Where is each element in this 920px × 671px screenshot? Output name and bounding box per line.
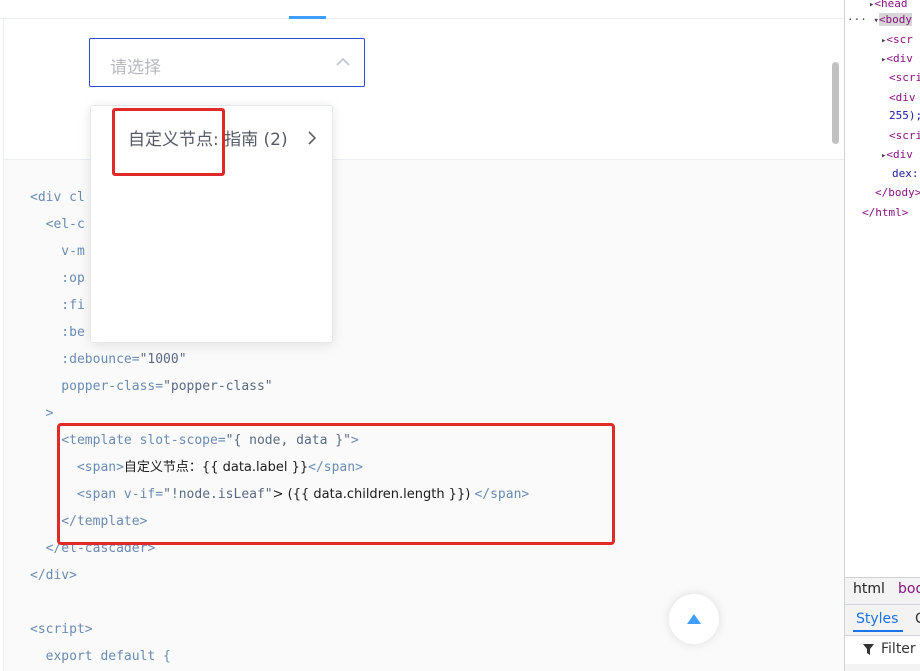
dom-node-label: <div bbox=[889, 91, 916, 104]
cascader-placeholder: 请选择 bbox=[110, 58, 161, 78]
dom-node-label: <div bbox=[886, 52, 913, 65]
devtools-panel: ▸<head ··· ▾<body ▸<scr ▸<div <scri <div 255);… bbox=[844, 0, 920, 671]
code-pre: </template> bbox=[30, 514, 148, 529]
docs-page: 请选择 <div cl <el-c v-m :op :fi :be :debou… bbox=[0, 0, 844, 671]
dom-node-label: dex: bbox=[892, 167, 919, 180]
tab-computed[interactable]: C bbox=[915, 611, 920, 627]
code-val: "{ node, data }" bbox=[225, 433, 351, 448]
dom-node[interactable]: <div bbox=[889, 90, 916, 106]
code-pre: </el-cascader> bbox=[30, 541, 156, 556]
code-pre: <span v-if= bbox=[30, 487, 164, 502]
code-pre: </div> bbox=[30, 568, 77, 583]
cascader-option-guide[interactable]: 自定义节点: 指南 (2) bbox=[91, 118, 332, 152]
code-txt: > ({{ data.children.length }}) bbox=[272, 487, 475, 502]
arrow-up-icon bbox=[687, 614, 701, 624]
tab-styles[interactable]: Styles bbox=[856, 611, 898, 627]
dom-node[interactable]: ▸<head bbox=[869, 0, 908, 12]
dom-node[interactable]: </html> bbox=[862, 205, 908, 221]
chevron-up-icon bbox=[336, 57, 350, 66]
code-pre: popper-class= bbox=[30, 379, 164, 394]
styles-tab-indicator bbox=[853, 630, 903, 632]
dom-node-label: <head bbox=[874, 0, 908, 10]
code-pre: export default { bbox=[30, 649, 171, 664]
filter-label: Filter bbox=[881, 641, 916, 657]
node-menu-icon[interactable]: ··· bbox=[847, 13, 874, 26]
chevron-right-icon bbox=[308, 131, 316, 145]
code-line: popper-class="popper-class" bbox=[30, 373, 529, 400]
dom-node[interactable]: ▸<scr bbox=[881, 32, 913, 48]
code-pre: > bbox=[30, 406, 54, 421]
dom-node-label: <body bbox=[878, 13, 913, 26]
styles-filter[interactable]: Filter bbox=[845, 635, 920, 664]
code-val: "!node.isLeaf" bbox=[163, 487, 273, 502]
code-post: </span> bbox=[308, 460, 363, 475]
code-pre: <span> bbox=[30, 460, 124, 475]
code-post: > bbox=[350, 433, 359, 448]
cascader-dropdown-panel: 自定义节点: 指南 (2) bbox=[90, 105, 333, 343]
breadcrumb-body[interactable]: bod bbox=[898, 581, 920, 597]
dom-node[interactable]: ··· ▾<body bbox=[847, 12, 913, 28]
breadcrumb-html[interactable]: html bbox=[853, 581, 885, 597]
dom-node[interactable]: <scri bbox=[889, 128, 920, 144]
code-post: </span> bbox=[474, 487, 530, 502]
code-val: "1000" bbox=[139, 352, 187, 367]
code-pre: <div cl bbox=[30, 190, 85, 205]
code-line: :debounce="1000" bbox=[30, 346, 529, 373]
code-pre: :be bbox=[30, 325, 85, 340]
code-pre: <template slot-scope= bbox=[30, 433, 226, 448]
breadcrumb: html bod bbox=[845, 577, 920, 603]
dom-node-label: <div bbox=[886, 148, 913, 161]
dom-node-label: <scri bbox=[889, 129, 920, 142]
dom-node[interactable]: </body> bbox=[875, 185, 920, 201]
code-pre: <el-c bbox=[30, 217, 85, 232]
code-line: <span>自定义节点：{{ data.label }}</span> bbox=[30, 454, 529, 481]
code-pre: <script> bbox=[30, 622, 93, 637]
styles-tab-bar: Styles C bbox=[845, 604, 920, 633]
dom-node-label: <scri bbox=[889, 71, 920, 84]
dom-node[interactable]: 255); bbox=[889, 108, 920, 124]
code-line: <span v-if="!node.isLeaf"> ({{ data.chil… bbox=[30, 481, 529, 508]
dom-node[interactable]: dex: bbox=[892, 166, 919, 182]
code-line: <template slot-scope="{ node, data }"> bbox=[30, 427, 529, 454]
back-to-top-button[interactable] bbox=[669, 594, 719, 644]
dom-node-label: <scr bbox=[886, 33, 913, 46]
code-line: </template> bbox=[30, 508, 529, 535]
code-txt: 自定义节点：{{ data.label }} bbox=[123, 460, 309, 475]
code-line: </el-cascader> bbox=[30, 535, 529, 562]
dom-node-label: 255); bbox=[889, 109, 920, 122]
dom-node-label: </html> bbox=[862, 206, 909, 219]
dom-node-label: </body> bbox=[875, 186, 920, 199]
dom-node[interactable]: <scri bbox=[889, 70, 920, 86]
cascader-option-label: 自定义节点: 指南 (2) bbox=[128, 130, 288, 150]
code-pre: v-m bbox=[30, 244, 85, 259]
scrollbar-thumb[interactable] bbox=[832, 62, 839, 144]
code-line: > bbox=[30, 400, 529, 427]
code-line: <script> bbox=[30, 616, 529, 643]
code-val: "popper-class" bbox=[163, 379, 273, 394]
dom-node[interactable]: ▸<div bbox=[881, 147, 913, 163]
code-pre: :op bbox=[30, 271, 85, 286]
code-pre: :fi bbox=[30, 298, 85, 313]
cascader-input[interactable]: 请选择 bbox=[89, 38, 365, 87]
code-line: export default { bbox=[30, 643, 529, 670]
code-pre: :debounce= bbox=[30, 352, 140, 367]
filter-icon bbox=[863, 644, 874, 655]
dom-node[interactable]: ▸<div bbox=[881, 51, 913, 67]
code-line: </div> bbox=[30, 562, 529, 589]
